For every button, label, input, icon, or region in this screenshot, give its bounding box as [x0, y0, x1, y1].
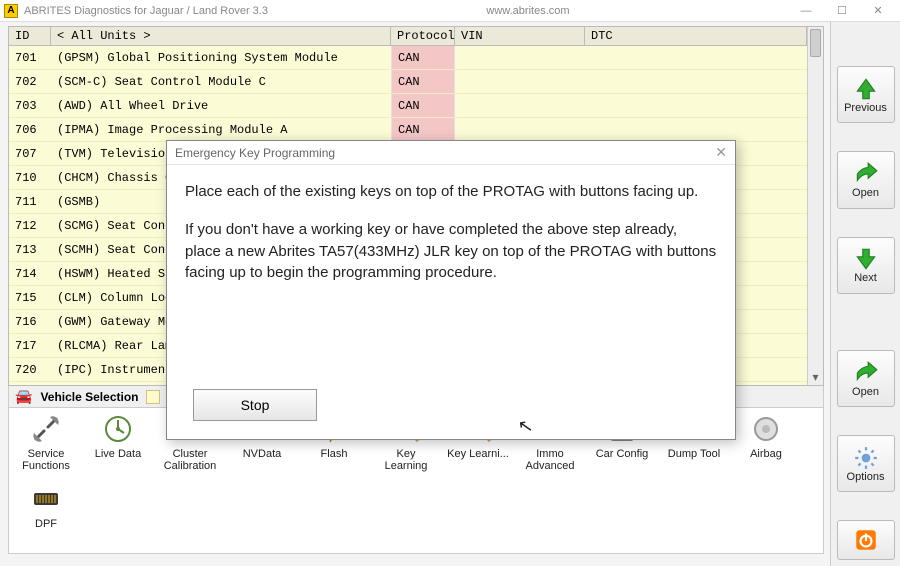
tool-label: Airbag: [750, 448, 782, 460]
open-button-2[interactable]: Open: [837, 350, 895, 407]
cell-id: 714: [9, 265, 51, 283]
tool-label: Key Learning: [375, 448, 437, 472]
tool-label: Service Functions: [15, 448, 77, 472]
col-protocol[interactable]: Protocol: [391, 27, 455, 45]
tool-label: Immo Advanced: [519, 448, 581, 472]
cell-dtc: [585, 128, 807, 132]
cell-protocol: CAN: [391, 94, 455, 117]
power-icon: [853, 527, 879, 553]
col-dtc[interactable]: DTC: [585, 27, 807, 45]
emergency-key-dialog: Emergency Key Programming ✕ Place each o…: [166, 140, 736, 440]
tool-label: Cluster Calibration: [159, 448, 221, 472]
cell-protocol: CAN: [391, 118, 455, 141]
table-row[interactable]: 702(SCM-C) Seat Control Module CCAN: [9, 70, 807, 94]
cell-dtc: [585, 80, 807, 84]
open-arrow-icon-2: [853, 360, 879, 386]
next-button[interactable]: Next: [837, 237, 895, 294]
tool-dpf[interactable]: DPF: [15, 482, 77, 530]
dialog-text-2: If you don't have a working key or have …: [185, 219, 717, 284]
open-label-1: Open: [852, 187, 879, 199]
table-row[interactable]: 706(IPMA) Image Processing Module ACAN: [9, 118, 807, 142]
dpf-icon: [29, 482, 63, 516]
tool-label: Dump Tool: [668, 448, 720, 460]
next-label: Next: [854, 272, 877, 284]
close-button[interactable]: ✕: [860, 1, 896, 21]
arrow-up-icon: [853, 76, 879, 102]
cell-id: 703: [9, 97, 51, 115]
options-button[interactable]: Options: [837, 435, 895, 492]
cell-vin: [455, 128, 585, 132]
gear-icon: [853, 445, 879, 471]
open-button-1[interactable]: Open: [837, 151, 895, 208]
maximize-button[interactable]: ☐: [824, 1, 860, 21]
dialog-close-icon[interactable]: ✕: [715, 144, 727, 161]
cell-id: 713: [9, 241, 51, 259]
cell-dtc: [585, 104, 807, 108]
cell-id: 707: [9, 145, 51, 163]
cell-id: 706: [9, 121, 51, 139]
dialog-titlebar[interactable]: Emergency Key Programming ✕: [167, 141, 735, 165]
arrow-down-icon: [853, 246, 879, 272]
tool-label: DPF: [35, 518, 57, 530]
previous-button[interactable]: Previous: [837, 66, 895, 123]
tool-airbag[interactable]: Airbag: [735, 412, 797, 472]
tool-label: Flash: [321, 448, 348, 460]
vertical-scrollbar[interactable]: ▴ ▾: [807, 27, 823, 385]
cell-vin: [455, 56, 585, 60]
cell-unit: (SCM-C) Seat Control Module C: [51, 73, 391, 91]
col-vin[interactable]: VIN: [455, 27, 585, 45]
tool-live-data[interactable]: Live Data: [87, 412, 149, 472]
cell-id: 711: [9, 193, 51, 211]
live-data-icon: [101, 412, 135, 446]
minimize-button[interactable]: —: [788, 1, 824, 21]
cell-id: 712: [9, 217, 51, 235]
scroll-down-icon[interactable]: ▾: [808, 369, 823, 385]
exit-button[interactable]: [837, 520, 895, 560]
right-nav-panel: Previous Open Next Open Options: [830, 22, 900, 566]
window-title: ABRITES Diagnostics for Jaguar / Land Ro…: [24, 5, 268, 17]
tool-label: NVData: [243, 448, 282, 460]
cell-id: 702: [9, 73, 51, 91]
cell-vin: [455, 104, 585, 108]
table-row[interactable]: 701(GPSM) Global Positioning System Modu…: [9, 46, 807, 70]
airbag-icon: [749, 412, 783, 446]
cell-id: 701: [9, 49, 51, 67]
col-unit[interactable]: < All Units >: [51, 27, 391, 45]
cell-id: 710: [9, 169, 51, 187]
open-arrow-icon: [853, 161, 879, 187]
stop-button[interactable]: Stop: [193, 389, 317, 421]
dialog-text-1: Place each of the existing keys on top o…: [185, 181, 717, 203]
options-label: Options: [847, 471, 885, 483]
cell-vin: [455, 80, 585, 84]
cell-unit: (AWD) All Wheel Drive: [51, 97, 391, 115]
cell-id: 720: [9, 361, 51, 379]
table-header: ID < All Units > Protocol VIN DTC: [9, 27, 807, 46]
previous-label: Previous: [844, 102, 887, 114]
dialog-body: Place each of the existing keys on top o…: [167, 165, 735, 389]
window-titlebar: A ABRITES Diagnostics for Jaguar / Land …: [0, 0, 900, 22]
table-row[interactable]: 703(AWD) All Wheel DriveCAN: [9, 94, 807, 118]
window-url: www.abrites.com: [268, 5, 788, 17]
tool-label: Key Learni...: [447, 448, 509, 460]
app-icon: A: [4, 4, 18, 18]
open-label-2: Open: [852, 386, 879, 398]
scroll-thumb[interactable]: [810, 29, 821, 57]
cell-id: 715: [9, 289, 51, 307]
col-id[interactable]: ID: [9, 27, 51, 45]
service-functions-icon: [29, 412, 63, 446]
cell-unit: (IPMA) Image Processing Module A: [51, 121, 391, 139]
car-icon: 🚘: [15, 388, 32, 405]
cell-protocol: CAN: [391, 70, 455, 93]
vehicle-selection-label: Vehicle Selection: [40, 390, 138, 404]
cell-protocol: CAN: [391, 46, 455, 69]
tool-label: Live Data: [95, 448, 141, 460]
cell-dtc: [585, 56, 807, 60]
note-icon: [146, 390, 160, 404]
cell-id: 716: [9, 313, 51, 331]
dialog-title: Emergency Key Programming: [175, 146, 335, 160]
cell-id: 717: [9, 337, 51, 355]
tool-label: Car Config: [596, 448, 649, 460]
tool-service-functions[interactable]: Service Functions: [15, 412, 77, 472]
cell-unit: (GPSM) Global Positioning System Module: [51, 49, 391, 67]
